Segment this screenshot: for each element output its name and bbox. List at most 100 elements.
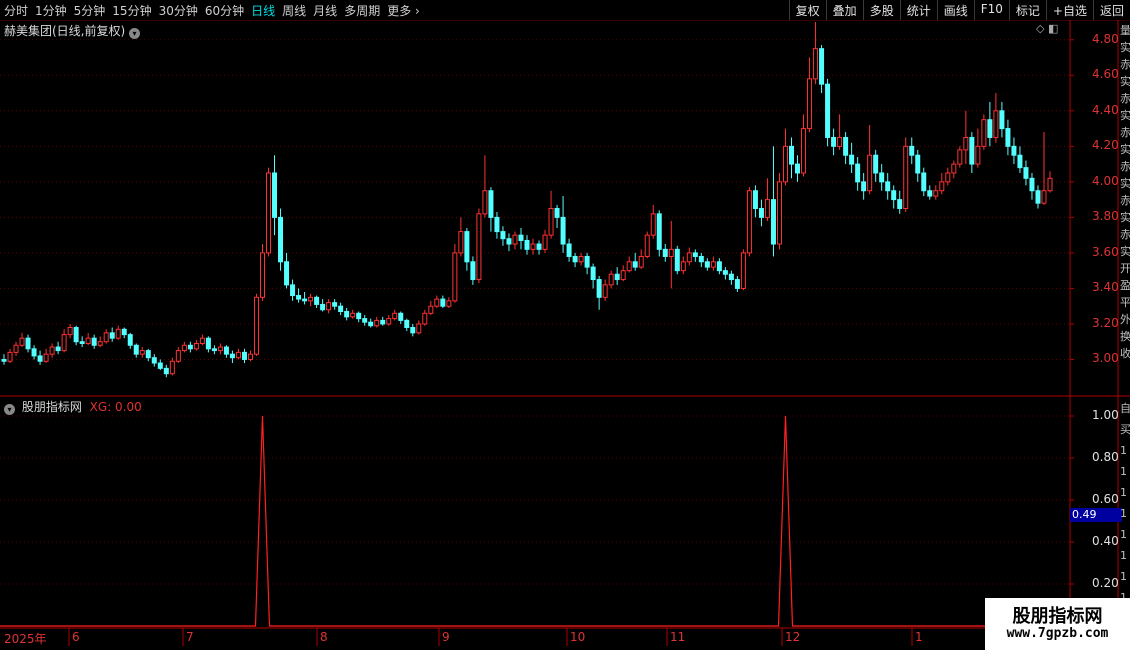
candle-body [572,255,578,263]
candle-body [632,261,638,268]
candle-body [500,231,506,240]
candle-body [308,296,314,302]
candle-body [428,305,434,314]
side-strip-item: 外 [1120,313,1130,326]
candle-body [596,279,602,298]
candle-body [332,302,338,307]
side-strip-item: 实 [1120,75,1130,88]
candle-body [590,266,596,281]
candle-body [55,346,61,352]
candle-body [139,350,145,355]
candle-body [933,190,939,197]
side-strip-item: 1 [1120,465,1127,478]
price-tick-label: 3.40 [1092,280,1119,295]
indicator-tick-label: 1.00 [1092,408,1119,422]
candle-body [464,231,470,263]
candle-body [560,216,566,245]
candle-body [488,190,494,218]
candle-body [837,136,843,147]
candle-body [169,360,175,375]
candle-body [861,181,867,192]
candle-body [987,119,993,138]
candle-body [801,128,807,174]
candle-body [722,270,728,275]
chart-canvas[interactable] [0,0,1130,650]
candle-body [885,181,891,192]
candle-body [73,327,79,343]
candle-body [891,190,897,201]
candle-body [320,303,326,311]
candle-body [398,312,404,321]
candle-body [686,252,692,263]
side-quote-strip[interactable]: 自买 1 1 1 1 1 1 1 1 [1120,398,1130,598]
candle-body [782,145,788,183]
candle-body [235,351,241,359]
candle-body [795,163,801,174]
candle-body [548,208,554,236]
candle-body [61,334,67,352]
candle-body [380,319,386,325]
indicator-tick-label: 0.60 [1092,492,1119,506]
candle-body [211,348,217,352]
candle-body [831,136,837,147]
candle-body [674,248,680,272]
candle-body [145,350,151,359]
date-axis: 2025年 6 7 8 9 10 11 12 1 [0,630,985,646]
candle-body [284,261,290,286]
candle-body [1005,128,1011,147]
candle-body [849,154,855,165]
chevron-down-icon[interactable]: ▾ [129,28,141,39]
candle-body [608,273,614,286]
candle-body [422,312,428,325]
candle-body [193,342,199,350]
candle-body [524,239,530,250]
window-toggle-icon[interactable]: ◧ [1048,22,1058,35]
candle-body [650,213,656,236]
chevron-down-icon[interactable]: ▾ [4,404,15,415]
candle-body [825,83,831,138]
diamond-icon[interactable]: ◇ [1036,22,1044,35]
date-tick-label: 10 [570,630,586,644]
candle-body [704,261,710,268]
candle-body [993,110,999,138]
candle-body [338,305,344,313]
candle-body [506,238,512,245]
main-panel-title[interactable]: 赫美集团(日线,前复权) ▾ [4,22,143,39]
candle-body [903,145,909,209]
candle-body [855,163,861,183]
watermark-title: 股朋指标网 [1012,606,1103,627]
candle-body [31,348,37,357]
candle-body [157,362,163,369]
side-strip-item: 实 [1120,177,1130,190]
candle-body [668,248,674,257]
side-strip-item: 实 [1120,143,1130,156]
sub-panel-title[interactable]: ▾ 股朋指标网 XG: 0.00 [4,398,142,415]
candle-body [133,344,139,355]
candle-body [1,358,7,362]
candle-body [302,298,308,302]
candle-body [602,284,608,298]
candle-body [121,328,127,336]
candle-body [151,357,157,364]
date-tick-label: 7 [186,630,194,644]
candle-body [1047,177,1053,192]
price-tick-label: 4.80 [1092,31,1119,46]
candle-body [542,234,548,250]
candle-body [1035,190,1041,204]
price-tick-label: 3.00 [1092,351,1119,366]
candle-body [458,231,464,254]
side-strip-item: 1 [1120,486,1127,499]
candle-body [229,353,235,359]
side-strip-item: 1 [1120,591,1127,598]
side-strip-item: 换 [1120,330,1130,343]
side-strip-item: 开 [1120,262,1130,275]
candle-body [392,312,398,320]
candle-body [951,163,957,174]
candle-body [1023,167,1029,179]
side-info-strip[interactable]: 量实赤实赤实赤实赤实赤实赤实开盈平外换收 [1120,22,1130,392]
candle-body [217,346,223,352]
candle-body [109,332,115,339]
date-tick-label: 1 [915,630,923,644]
candle-body [921,172,927,192]
candle-body [356,312,362,320]
